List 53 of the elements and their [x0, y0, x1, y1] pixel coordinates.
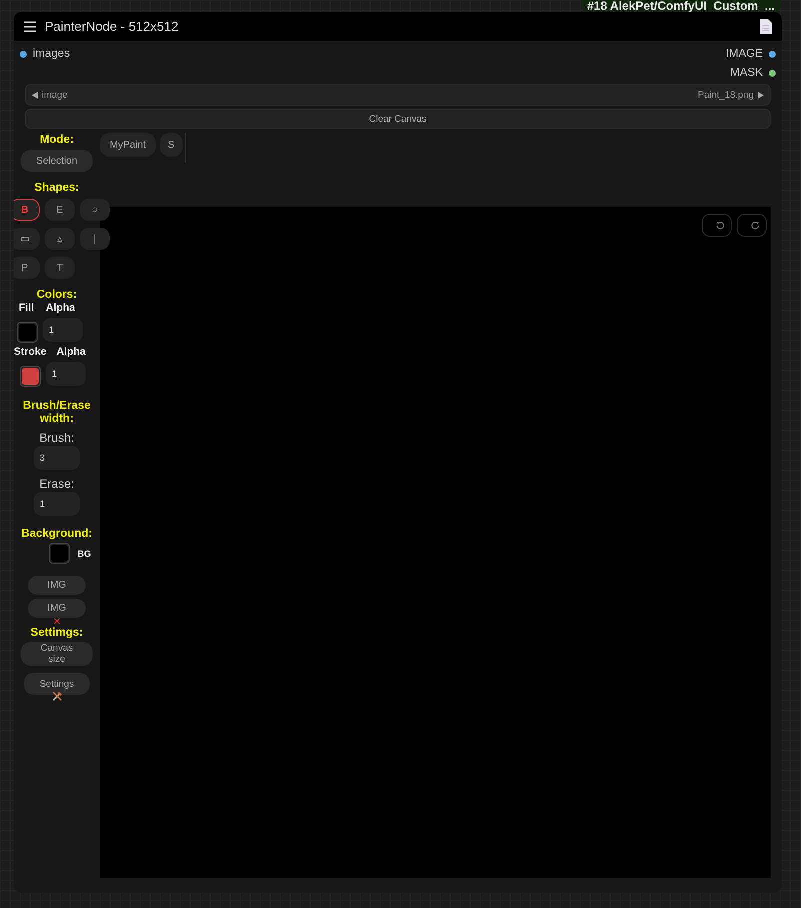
shape-button[interactable]: |: [80, 228, 110, 250]
output-dot[interactable]: [769, 50, 776, 58]
width-label: Brush:: [40, 430, 74, 446]
selection-button[interactable]: Selection: [21, 150, 93, 172]
redo-icon: [751, 221, 760, 230]
output-label: IMAGE: [726, 48, 763, 60]
redo-button[interactable]: [737, 214, 767, 237]
shape-button[interactable]: T: [45, 257, 75, 279]
combo-value: Paint_18.png: [698, 90, 754, 100]
combo-label: image: [42, 90, 68, 100]
output-label: MASK: [730, 67, 763, 79]
background-label: BG: [78, 548, 92, 558]
node-title: PainterNode - 512x512: [45, 19, 179, 34]
canvas-size-button[interactable]: Canvas size: [21, 642, 93, 666]
alpha-label: Alpha: [56, 346, 86, 358]
clear-canvas-button[interactable]: Clear Canvas: [25, 109, 771, 129]
section-title: Background:: [22, 528, 92, 541]
alpha-field[interactable]: 1: [43, 318, 83, 342]
shape-button[interactable]: E: [45, 199, 75, 221]
left-arrow-icon[interactable]: [32, 92, 38, 98]
color-label: Fill: [19, 302, 34, 314]
image-button[interactable]: IMG: [28, 599, 86, 618]
section-title: Brush/Erase width:: [22, 400, 92, 426]
section-title: Settimgs:: [30, 627, 84, 640]
input-dot[interactable]: [20, 50, 27, 58]
output-dot[interactable]: [769, 70, 776, 76]
shape-button[interactable]: ○: [80, 199, 110, 221]
image-button[interactable]: IMG: [28, 576, 86, 595]
alpha-field[interactable]: 1: [46, 362, 86, 386]
color-label: Stroke: [14, 346, 47, 358]
width-field[interactable]: 3: [34, 446, 80, 470]
section-title: Mode:: [40, 134, 74, 147]
shape-button[interactable]: B: [14, 199, 40, 221]
undo-button[interactable]: [702, 214, 732, 237]
undo-icon: [716, 221, 725, 230]
section-title: Shapes:: [34, 182, 80, 195]
width-field[interactable]: 1: [34, 492, 80, 516]
right-arrow-icon[interactable]: [758, 92, 764, 98]
shape-button[interactable]: P: [14, 257, 40, 279]
shape-button[interactable]: ▵: [45, 228, 75, 250]
section-title: Colors:: [36, 289, 78, 302]
alpha-label: Alpha: [46, 302, 76, 314]
width-label: Erase:: [40, 476, 74, 492]
settings-button[interactable]: Settings: [24, 673, 90, 695]
mode-tab[interactable]: MyPaint: [100, 133, 156, 157]
tools-icon: [52, 691, 62, 702]
document-icon[interactable]: [759, 18, 773, 35]
shape-button[interactable]: ▭: [14, 228, 40, 250]
menu-icon[interactable]: [23, 20, 37, 32]
image-combo[interactable]: image Paint_18.png: [25, 84, 771, 106]
remove-mark: ✕: [53, 618, 61, 627]
mode-tab[interactable]: S: [160, 133, 183, 157]
input-label: images: [33, 48, 70, 60]
